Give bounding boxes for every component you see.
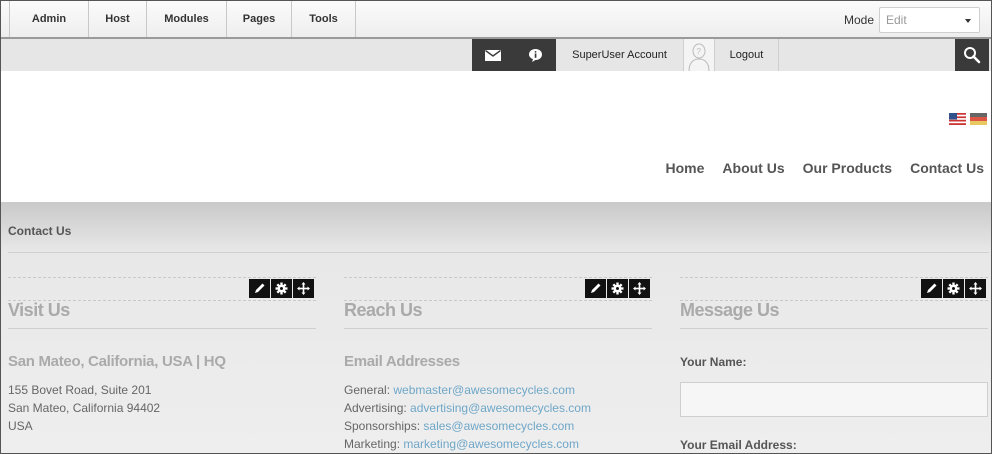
pencil-icon <box>591 283 601 293</box>
info-icon <box>528 48 542 62</box>
email-label: General: <box>344 383 391 397</box>
pane-divider <box>344 328 652 329</box>
search-button[interactable] <box>955 39 989 71</box>
search-icon <box>964 47 981 64</box>
move-icon <box>633 282 646 295</box>
gear-icon <box>611 282 624 295</box>
email-link[interactable]: marketing@awesomecycles.com <box>403 437 579 451</box>
email-address-label: Your Email Address: <box>680 438 797 452</box>
control-menu: Admin Host Modules Pages Tools <box>9 1 356 37</box>
address-line: 155 Bovet Road, Suite 201 <box>8 383 152 397</box>
nav-home[interactable]: Home <box>666 160 705 176</box>
breadcrumb[interactable]: Contact Us <box>8 224 71 238</box>
move-module-button[interactable] <box>293 279 314 298</box>
menu-host[interactable]: Host <box>89 1 147 37</box>
email-label: Advertising: <box>344 401 407 415</box>
avatar[interactable]: ? <box>683 39 715 72</box>
caret-down-icon <box>965 19 971 23</box>
us-flag-icon[interactable] <box>949 113 966 125</box>
logout-link[interactable]: Logout <box>715 39 779 71</box>
address-line: USA <box>8 419 33 433</box>
email-heading: Email Addresses <box>344 353 460 370</box>
edit-module-button[interactable] <box>921 279 942 298</box>
email-label: Marketing: <box>344 437 401 451</box>
browser-page: Admin Host Modules Pages Tools Mode Edit <box>0 0 992 454</box>
move-icon <box>297 282 310 295</box>
email-row: Marketing: marketing@awesomecycles.com <box>344 435 591 453</box>
gear-icon <box>275 282 288 295</box>
location-heading: San Mateo, California, USA | HQ <box>8 353 226 370</box>
module-settings-button[interactable] <box>271 279 292 298</box>
svg-text:?: ? <box>697 47 702 56</box>
envelope-icon <box>485 49 501 61</box>
nav-our-products[interactable]: Our Products <box>803 160 892 176</box>
email-link[interactable]: webmaster@awesomecycles.com <box>393 383 575 397</box>
module-settings-button[interactable] <box>607 279 628 298</box>
move-module-button[interactable] <box>965 279 986 298</box>
user-bar: SuperUser Account ? Logout <box>1 39 991 72</box>
control-bar: Admin Host Modules Pages Tools Mode Edit <box>1 1 991 39</box>
move-module-button[interactable] <box>629 279 650 298</box>
module-actions <box>249 279 314 298</box>
nav-contact-us[interactable]: Contact Us <box>910 160 984 176</box>
email-row: General: webmaster@awesomecycles.com <box>344 381 591 399</box>
notifications-button[interactable] <box>514 39 556 71</box>
german-flag-icon[interactable] <box>970 113 987 125</box>
email-label: Sponsorships: <box>344 419 421 433</box>
email-row: Sponsorships: sales@awesomecycles.com <box>344 417 591 435</box>
content-area: Contact Us Visit Us San Mateo, Californi… <box>1 202 991 453</box>
module-actions <box>585 279 650 298</box>
mode-label: Mode <box>844 13 875 27</box>
email-row: Advertising: advertising@awesomecycles.c… <box>344 399 591 417</box>
breadcrumb-divider <box>8 252 989 253</box>
menu-pages[interactable]: Pages <box>227 1 292 37</box>
language-selector <box>949 113 987 125</box>
name-label: Your Name: <box>680 355 747 369</box>
nav-about-us[interactable]: About Us <box>722 160 784 176</box>
name-input[interactable] <box>680 382 988 417</box>
email-link[interactable]: sales@awesomecycles.com <box>423 419 574 433</box>
module-settings-button[interactable] <box>943 279 964 298</box>
email-list: General: webmaster@awesomecycles.com Adv… <box>344 381 591 453</box>
pencil-icon <box>927 283 937 293</box>
pane-title: Visit Us <box>8 300 70 320</box>
menu-tools[interactable]: Tools <box>292 1 356 37</box>
address-line: San Mateo, California 94402 <box>8 401 161 415</box>
avatar-placeholder-icon: ? <box>688 43 710 72</box>
main-nav: Home About Us Our Products Contact Us <box>666 160 985 176</box>
pane-divider <box>8 328 316 329</box>
address-block: 155 Bovet Road, Suite 201 San Mateo, Cal… <box>8 381 160 435</box>
edit-module-button[interactable] <box>249 279 270 298</box>
email-link[interactable]: advertising@awesomecycles.com <box>410 401 591 415</box>
menu-admin[interactable]: Admin <box>10 1 89 37</box>
pane-title: Message Us <box>680 300 780 320</box>
pencil-icon <box>255 283 265 293</box>
menu-modules[interactable]: Modules <box>147 1 227 37</box>
gear-icon <box>947 282 960 295</box>
pane-title: Reach Us <box>344 300 423 320</box>
user-account-link[interactable]: SuperUser Account <box>556 39 683 71</box>
pane-divider <box>680 328 988 329</box>
messages-button[interactable] <box>472 39 514 71</box>
edit-module-button[interactable] <box>585 279 606 298</box>
module-actions <box>921 279 986 298</box>
mode-select[interactable]: Edit <box>879 7 980 33</box>
mode-select-value: Edit <box>886 13 907 27</box>
move-icon <box>969 282 982 295</box>
